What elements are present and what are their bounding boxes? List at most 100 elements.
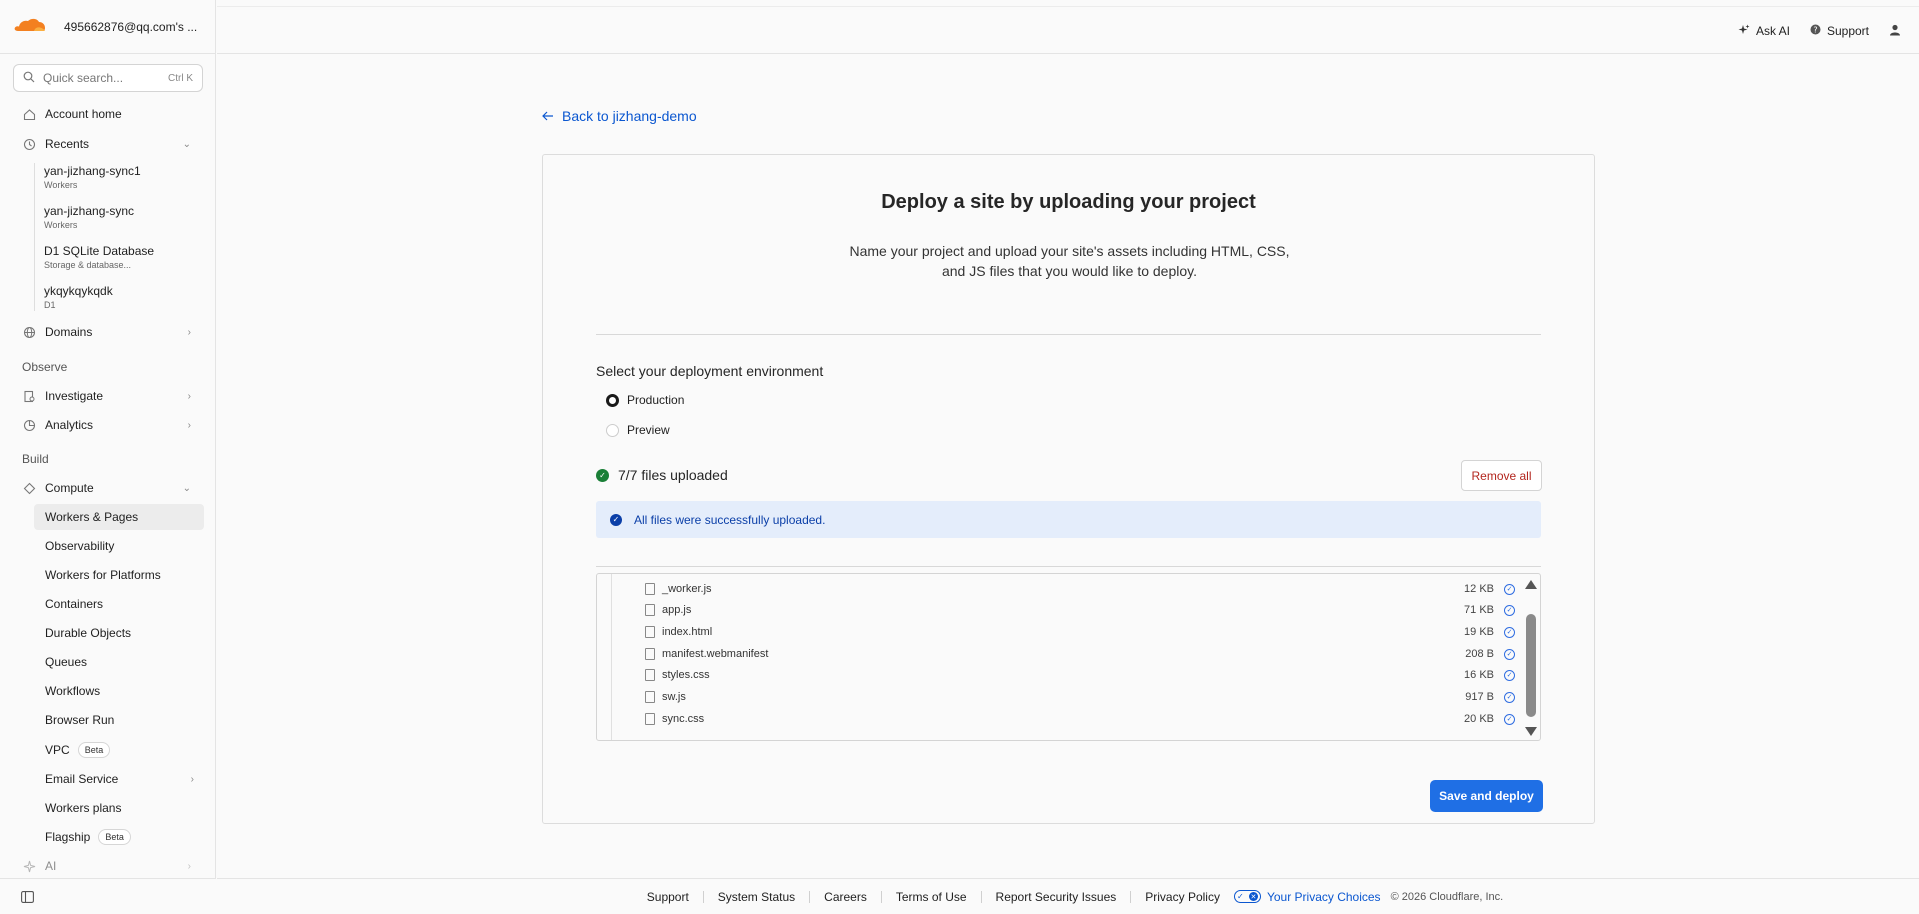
sidebar-item-account-home[interactable]: Account home xyxy=(22,107,205,121)
sidebar-item-durable-objects[interactable]: Durable Objects xyxy=(34,620,204,646)
investigate-icon xyxy=(22,389,36,403)
quick-search-input[interactable]: Quick search... Ctrl K xyxy=(13,64,203,92)
sidebar-item-workflows[interactable]: Workflows xyxy=(34,678,204,704)
footer-link-system-status[interactable]: System Status xyxy=(704,890,811,903)
footer-link-careers[interactable]: Careers xyxy=(810,890,882,903)
support-label: Support xyxy=(1826,24,1869,38)
page-title: Deploy a site by uploading your project xyxy=(881,191,1256,213)
footer-link-privacy-choices[interactable]: ✓ ✕ Your Privacy Choices xyxy=(1233,890,1391,904)
history-icon xyxy=(22,137,36,151)
file-row: _worker.js 12 KB ✓ xyxy=(645,579,1515,599)
file-name: sw.js xyxy=(662,691,686,703)
recent-item[interactable]: yan-jizhang-sync Workers xyxy=(44,204,134,230)
scroll-thumb[interactable] xyxy=(1526,614,1536,717)
sidebar-item-browser-run[interactable]: Browser Run xyxy=(34,707,204,733)
beta-badge: Beta xyxy=(77,742,111,758)
footer-link-terms[interactable]: Terms of Use xyxy=(882,890,982,903)
divider xyxy=(596,566,1541,567)
search-placeholder: Quick search... xyxy=(43,71,124,85)
svg-text:?: ? xyxy=(1813,25,1817,34)
sidebar-item-compute[interactable]: Compute ⌄ xyxy=(22,481,205,495)
pie-chart-icon xyxy=(22,418,36,432)
recent-item[interactable]: ykqykqykqdk D1 xyxy=(44,284,113,310)
globe-icon xyxy=(22,325,36,339)
support-button[interactable]: ? Support xyxy=(1810,24,1869,38)
sidebar-item-containers[interactable]: Containers xyxy=(34,591,204,617)
radio-button-selected[interactable] xyxy=(606,393,619,407)
sidebar-item-label: Recents xyxy=(45,137,90,151)
account-header[interactable]: 495662876@qq.com's ... xyxy=(0,0,215,54)
environment-label: Select your deployment environment xyxy=(596,363,824,379)
file-row: manifest.webmanifest 208 B ✓ xyxy=(645,644,1515,664)
sidebar-item-domains[interactable]: Domains › xyxy=(22,325,205,339)
upload-card: Deploy a site by uploading your project … xyxy=(542,154,1595,824)
scroll-down-arrow-icon[interactable] xyxy=(1525,727,1537,736)
check-circle-icon: ✓ xyxy=(1504,669,1515,681)
ask-ai-button[interactable]: Ask AI xyxy=(1738,24,1790,39)
file-icon xyxy=(645,604,655,616)
file-name: _worker.js xyxy=(662,583,712,595)
search-icon xyxy=(23,71,35,86)
footer-link-report-security[interactable]: Report Security Issues xyxy=(982,890,1132,903)
recent-item[interactable]: yan-jizhang-sync1 Workers xyxy=(44,164,141,190)
help-icon: ? xyxy=(1810,24,1821,38)
ask-ai-label: Ask AI xyxy=(1755,24,1790,38)
remove-all-button[interactable]: Remove all xyxy=(1461,460,1542,491)
sidebar-item-investigate[interactable]: Investigate › xyxy=(22,389,205,403)
file-icon xyxy=(645,648,655,660)
home-icon xyxy=(22,107,36,121)
sidebar-item-workers-plans[interactable]: Workers plans xyxy=(34,795,204,821)
file-row: app.js 71 KB ✓ xyxy=(645,600,1515,620)
file-name: styles.css xyxy=(662,669,710,681)
file-name: sync.css xyxy=(662,713,705,725)
radio-preview[interactable]: Preview xyxy=(606,423,670,437)
recent-item-type: Storage & database... xyxy=(44,260,132,270)
sidebar-item-label: VPC xyxy=(45,743,70,757)
footer-link-privacy-policy[interactable]: Privacy Policy xyxy=(1131,891,1234,903)
success-banner: ✓ All files were successfully uploaded. xyxy=(596,501,1541,538)
sidebar-item-label: Browser Run xyxy=(45,713,115,727)
file-list-scrollbar[interactable] xyxy=(1524,576,1538,738)
sidebar-item-recents[interactable]: Recents ⌄ xyxy=(22,137,205,151)
recents-guide-line xyxy=(34,163,35,311)
chevron-right-icon: › xyxy=(190,773,194,785)
chevron-down-icon: ⌄ xyxy=(182,482,191,494)
account-name: 495662876@qq.com's ... xyxy=(64,19,198,34)
sidebar-item-workers-for-platforms[interactable]: Workers for Platforms xyxy=(34,562,204,588)
radio-button[interactable] xyxy=(606,423,619,437)
back-link[interactable]: Back to jizhang-demo xyxy=(542,108,697,124)
save-and-deploy-button[interactable]: Save and deploy xyxy=(1430,780,1543,812)
file-size: 19 KB xyxy=(1464,626,1494,638)
sidebar-item-vpc[interactable]: VPC Beta xyxy=(34,737,204,763)
file-size: 208 B xyxy=(1465,648,1494,660)
sidebar-item-email-service[interactable]: Email Service › xyxy=(34,766,204,792)
file-size: 12 KB xyxy=(1464,583,1494,595)
sidebar-item-ai[interactable]: AI › xyxy=(22,859,205,873)
file-row: styles.css 16 KB ✓ xyxy=(645,665,1515,685)
sidebar-item-flagship[interactable]: Flagship Beta xyxy=(34,824,204,850)
file-list[interactable]: _worker.js 12 KB ✓ app.js 71 KB ✓ index.… xyxy=(596,573,1541,741)
sidebar-item-workers-pages[interactable]: Workers & Pages xyxy=(34,504,204,530)
recent-item[interactable]: D1 SQLite Database Storage & database... xyxy=(44,244,154,270)
sidebar-item-observability[interactable]: Observability xyxy=(34,533,204,559)
sidebar-footer xyxy=(0,878,216,914)
sidebar-item-label: Investigate xyxy=(45,389,104,403)
upload-status-text: 7/7 files uploaded xyxy=(618,467,728,483)
footer-link-support[interactable]: Support xyxy=(633,890,704,903)
sidebar-item-queues[interactable]: Queues xyxy=(34,649,204,675)
radio-production[interactable]: Production xyxy=(606,393,684,407)
scroll-up-arrow-icon[interactable] xyxy=(1525,580,1537,589)
beta-badge: Beta xyxy=(98,829,131,845)
arrow-left-icon xyxy=(542,108,554,124)
sidebar-item-label: Compute xyxy=(45,481,94,495)
file-row: sync.css 20 KB ✓ xyxy=(645,709,1515,729)
user-menu-button[interactable] xyxy=(1889,24,1901,39)
sidebar-item-analytics[interactable]: Analytics › xyxy=(22,418,205,432)
chevron-right-icon: › xyxy=(187,860,191,872)
sidebar-item-label: Flagship xyxy=(45,830,91,844)
collapse-sidebar-icon[interactable] xyxy=(21,891,34,906)
file-name: app.js xyxy=(662,604,692,616)
cloudflare-logo-icon xyxy=(14,17,46,36)
radio-label: Preview xyxy=(627,423,670,437)
check-circle-icon: ✓ xyxy=(1504,583,1515,595)
